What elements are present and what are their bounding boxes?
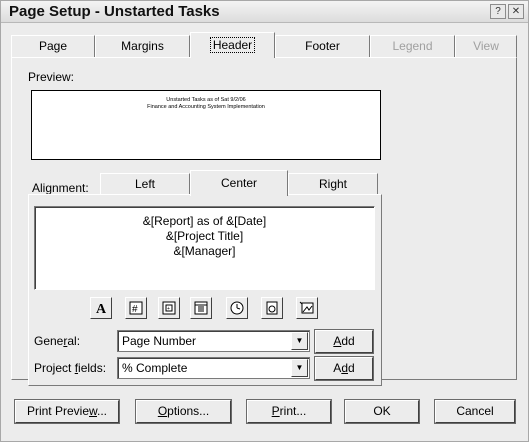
insert-page-number-icon: #: [129, 301, 143, 315]
preview-line-2: Finance and Accounting System Implementa…: [147, 104, 265, 110]
general-label-post: al:: [67, 334, 81, 348]
help-button[interactable]: ?: [490, 4, 506, 19]
chevron-down-icon[interactable]: ▼: [291, 359, 308, 377]
insert-file-name-button[interactable]: [261, 297, 283, 319]
insert-current-date-button[interactable]: [190, 297, 212, 319]
tab-legend: Legend: [370, 35, 455, 57]
insert-current-time-button[interactable]: [226, 297, 248, 319]
insert-current-date-icon: [194, 301, 208, 315]
alignment-tab-strip: Left Center Right: [100, 170, 380, 196]
cancel-button[interactable]: Cancel: [435, 400, 515, 423]
project-fields-add-post: d: [348, 361, 355, 375]
tab-margins[interactable]: Margins: [95, 35, 190, 57]
svg-text:+: +: [167, 306, 170, 312]
tab-view: View: [455, 35, 517, 57]
print-preview-accel: w: [89, 404, 98, 418]
tab-margins-label: Margins: [121, 39, 164, 53]
insert-file-name-icon: [266, 301, 278, 315]
page-setup-dialog: Page Setup - Unstarted Tasks ? ✕ Page Ma…: [0, 0, 529, 442]
print-post: rint...: [279, 404, 307, 418]
tab-page[interactable]: Page: [11, 35, 95, 57]
svg-text:#: #: [132, 304, 138, 315]
tab-header-label: Header: [209, 37, 256, 53]
tab-align-left[interactable]: Left: [100, 173, 190, 195]
general-add-button[interactable]: Add: [315, 330, 373, 353]
tab-legend-label: Legend: [392, 39, 433, 53]
header-text-line-1: &[Report] as of &[Date]: [142, 214, 267, 228]
print-preview-button[interactable]: Print Preview...: [15, 400, 119, 423]
header-text-line-2: &[Project Title]: [165, 229, 244, 243]
general-dropdown-value: Page Number: [122, 334, 197, 348]
tab-header[interactable]: Header: [190, 32, 275, 58]
tab-page-label: Page: [38, 39, 68, 53]
format-text-font-button[interactable]: A: [90, 297, 112, 319]
options-button[interactable]: Options...: [136, 400, 231, 423]
title-bar: Page Setup - Unstarted Tasks ? ✕: [1, 1, 528, 23]
insert-picture-icon: [299, 301, 314, 314]
print-preview-pre: Print Previe: [26, 404, 89, 418]
tab-view-label: View: [473, 39, 499, 53]
insert-page-number-button[interactable]: #: [125, 297, 147, 319]
preview-line-1: Unstarted Tasks as of Sat 9/2/06: [166, 97, 246, 103]
insert-picture-button[interactable]: [296, 297, 318, 319]
tab-align-left-label: Left: [134, 177, 155, 191]
project-fields-label: Project fields:: [34, 361, 106, 375]
project-fields-dropdown-value: % Complete: [122, 361, 188, 375]
print-accel: P: [271, 404, 280, 418]
general-add-post: dd: [341, 334, 355, 348]
alignment-label: Alignment:: [32, 181, 89, 195]
project-fields-add-accel: d: [341, 361, 348, 375]
options-accel: O: [157, 404, 168, 418]
insert-total-page-count-icon: +: [162, 301, 176, 315]
header-text-line-3: &[Manager]: [173, 244, 236, 258]
preview-label: Preview:: [28, 70, 75, 84]
tab-align-right-label: Right: [318, 177, 347, 191]
chevron-down-icon[interactable]: ▼: [291, 332, 308, 350]
ok-button[interactable]: OK: [345, 400, 419, 423]
svg-text:A: A: [96, 302, 107, 315]
project-fields-label-pre: Project: [34, 361, 75, 375]
tab-align-center-label: Center: [220, 176, 258, 190]
window-title: Page Setup - Unstarted Tasks: [9, 3, 220, 20]
tab-align-right[interactable]: Right: [288, 173, 378, 195]
header-text-area[interactable]: &[Report] as of &[Date] &[Project Title]…: [34, 206, 375, 290]
print-preview-post: ...: [97, 404, 108, 418]
header-preview: Unstarted Tasks as of Sat 9/2/06 Finance…: [31, 90, 381, 160]
format-text-font-icon: A: [96, 302, 107, 315]
project-fields-add-button[interactable]: Add: [315, 357, 373, 380]
tab-align-center[interactable]: Center: [190, 170, 288, 196]
general-label-pre: Gene: [34, 334, 64, 348]
print-button[interactable]: Print...: [247, 400, 331, 423]
general-label: General:: [34, 334, 80, 348]
insert-current-time-icon: [230, 301, 244, 315]
tab-strip: Page Margins Header Footer Legend View: [11, 32, 517, 58]
options-post: ptions...: [167, 404, 210, 418]
general-dropdown[interactable]: Page Number ▼: [117, 330, 310, 352]
tab-footer[interactable]: Footer: [275, 35, 370, 57]
insert-total-page-count-button[interactable]: +: [158, 297, 180, 319]
project-fields-label-post: ields:: [78, 361, 107, 375]
project-fields-dropdown[interactable]: % Complete ▼: [117, 357, 310, 379]
close-button[interactable]: ✕: [508, 4, 524, 19]
tab-footer-label: Footer: [305, 39, 340, 53]
